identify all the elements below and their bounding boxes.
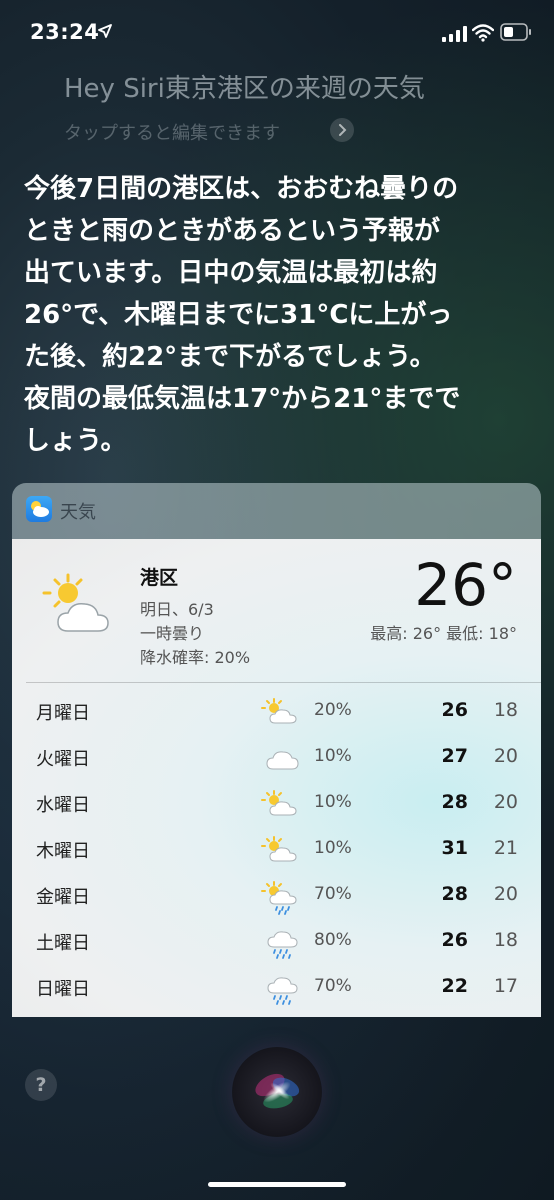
answer-line: た後、約22°まで下がるでしょう。 (24, 342, 436, 372)
location-arrow-icon (98, 24, 112, 38)
answer-line: 出ています。日中の気温は最初は約 (24, 258, 438, 288)
answer-line: 26°で、木曜日までに31°Cに上がっ (24, 300, 453, 330)
precipitation-chance: 10% (314, 838, 352, 858)
siri-query-text[interactable]: Hey Siri東京港区の来週の天気 (64, 68, 425, 105)
precipitation-chance: 80% (314, 930, 352, 950)
low-temp: 18 (493, 929, 518, 951)
siri-waveform-icon (255, 1073, 300, 1109)
cloud-icon (266, 751, 299, 770)
forecast-day: 火曜日 (36, 749, 90, 770)
wifi-icon (472, 24, 494, 42)
partly-cloudy-icon (261, 836, 297, 862)
high-temp: 26 (441, 929, 468, 951)
high-temp: 31 (441, 837, 468, 859)
forecast-row: 月曜日 20% 26 18 (12, 689, 541, 735)
siri-answer: 今後7日間の港区は、おおむね曇りの ときと雨のときがあるという予報が 出ています… (24, 168, 530, 462)
partly-cloudy-icon (42, 573, 109, 632)
forecast-row: 土曜日 80% 26 18 (12, 919, 541, 965)
partly-cloudy-icon (261, 698, 297, 724)
weather-app-name: 天気 (60, 502, 96, 523)
weather-app-icon (26, 496, 52, 522)
condition-text: 一時曇り (140, 624, 205, 643)
current-temperature: 26° (414, 551, 517, 619)
forecast-date: 明日、6/3 (140, 600, 214, 619)
answer-line: ときと雨のときがあるという予報が (24, 216, 441, 246)
forecast-row: 木曜日 10% 31 21 (12, 827, 541, 873)
high-temp: 27 (441, 745, 468, 767)
forecast-day: 水曜日 (36, 795, 90, 816)
forecast-day: 木曜日 (36, 841, 90, 862)
precipitation-chance: 10% (314, 792, 352, 812)
location-name: 港区 (140, 567, 179, 589)
home-indicator[interactable] (208, 1182, 346, 1187)
precipitation-chance: 70% (314, 884, 352, 904)
forecast-day: 日曜日 (36, 979, 90, 1000)
chevron-right-icon[interactable] (330, 118, 354, 142)
forecast-row: 水曜日 10% 28 20 (12, 781, 541, 827)
low-temp: 20 (493, 745, 518, 767)
answer-line: 今後7日間の港区は、おおむね曇りの (24, 174, 459, 204)
sun-rain-icon (261, 881, 297, 915)
divider (26, 682, 541, 683)
tap-to-edit-hint[interactable]: タップすると編集できます (64, 119, 280, 145)
high-temp: 22 (441, 975, 468, 997)
high-low-temperature: 最高: 26° 最低: 18° (370, 624, 517, 643)
rain-cloud-icon (267, 931, 298, 959)
precipitation-chance: 10% (314, 746, 352, 766)
low-temp: 20 (493, 883, 518, 905)
low-temp: 20 (493, 791, 518, 813)
forecast-row: 日曜日 70% 22 17 (12, 965, 541, 1011)
answer-line: 夜間の最低気温は17°から21°までで (24, 384, 461, 414)
precipitation-chance: 70% (314, 976, 352, 996)
help-button[interactable]: ? (25, 1069, 57, 1101)
forecast-day: 月曜日 (36, 703, 90, 724)
low-temp: 18 (493, 699, 518, 721)
high-temp: 26 (441, 699, 468, 721)
partly-cloudy-icon (261, 790, 297, 816)
answer-line: しょう。 (24, 426, 127, 456)
forecast-day: 土曜日 (36, 933, 90, 954)
high-temp: 28 (441, 791, 468, 813)
cellular-signal-icon (442, 26, 467, 42)
low-temp: 21 (493, 837, 518, 859)
weather-card-body: 港区 明日、6/3 一時曇り 降水確率: 20% 26° 最高: 26° 最低:… (12, 539, 541, 1017)
status-bar: 23:24 (0, 0, 554, 64)
forecast-row: 金曜日 70% 28 20 (12, 873, 541, 919)
weather-card[interactable]: 天気 港区 明日、6/3 一時曇り 降水確率: 20% 26° 最高: 26° … (12, 483, 541, 1017)
rain-chance: 降水確率: 20% (140, 648, 251, 667)
precipitation-chance: 20% (314, 700, 352, 720)
forecast-row: 火曜日 10% 27 20 (12, 735, 541, 781)
high-temp: 28 (441, 883, 468, 905)
forecast-day: 金曜日 (36, 887, 90, 908)
low-temp: 17 (493, 975, 518, 997)
weather-card-header[interactable]: 天気 (12, 483, 541, 539)
rain-cloud-icon (267, 977, 298, 1005)
status-time: 23:24 (30, 20, 100, 44)
battery-icon (500, 23, 531, 41)
siri-orb-button[interactable] (232, 1047, 322, 1137)
